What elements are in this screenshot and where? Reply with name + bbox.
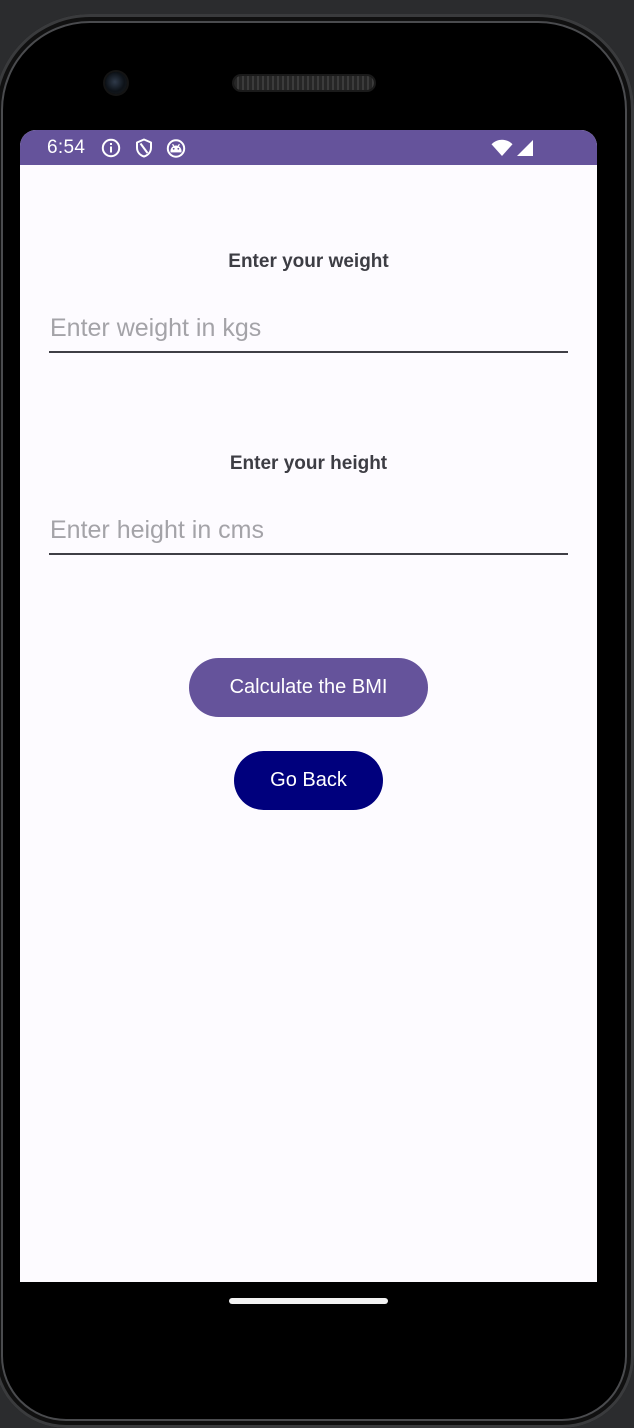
height-input[interactable] xyxy=(49,507,568,555)
android-icon xyxy=(166,139,186,158)
earpiece-speaker xyxy=(234,76,374,90)
signal-icon xyxy=(517,140,533,156)
status-time: 6:54 xyxy=(47,137,86,158)
front-camera xyxy=(105,72,127,94)
calculate-bmi-button[interactable]: Calculate the BMI xyxy=(189,658,428,717)
weight-label: Enter your weight xyxy=(228,251,389,272)
go-back-button[interactable]: Go Back xyxy=(234,751,383,810)
emulator-frame: 6:54 Enter your weight Enter weight in k… xyxy=(0,0,634,1428)
wifi-icon xyxy=(491,139,513,156)
home-gesture-handle[interactable] xyxy=(229,1298,388,1304)
info-icon xyxy=(101,138,121,158)
height-label: Enter your height xyxy=(229,453,388,474)
navigation-bar xyxy=(20,1282,597,1342)
weight-input[interactable] xyxy=(49,305,568,353)
status-bar: 6:54 xyxy=(20,130,597,165)
shield-icon xyxy=(136,138,152,158)
app-screen: 6:54 Enter your weight Enter weight in k… xyxy=(20,130,597,1282)
